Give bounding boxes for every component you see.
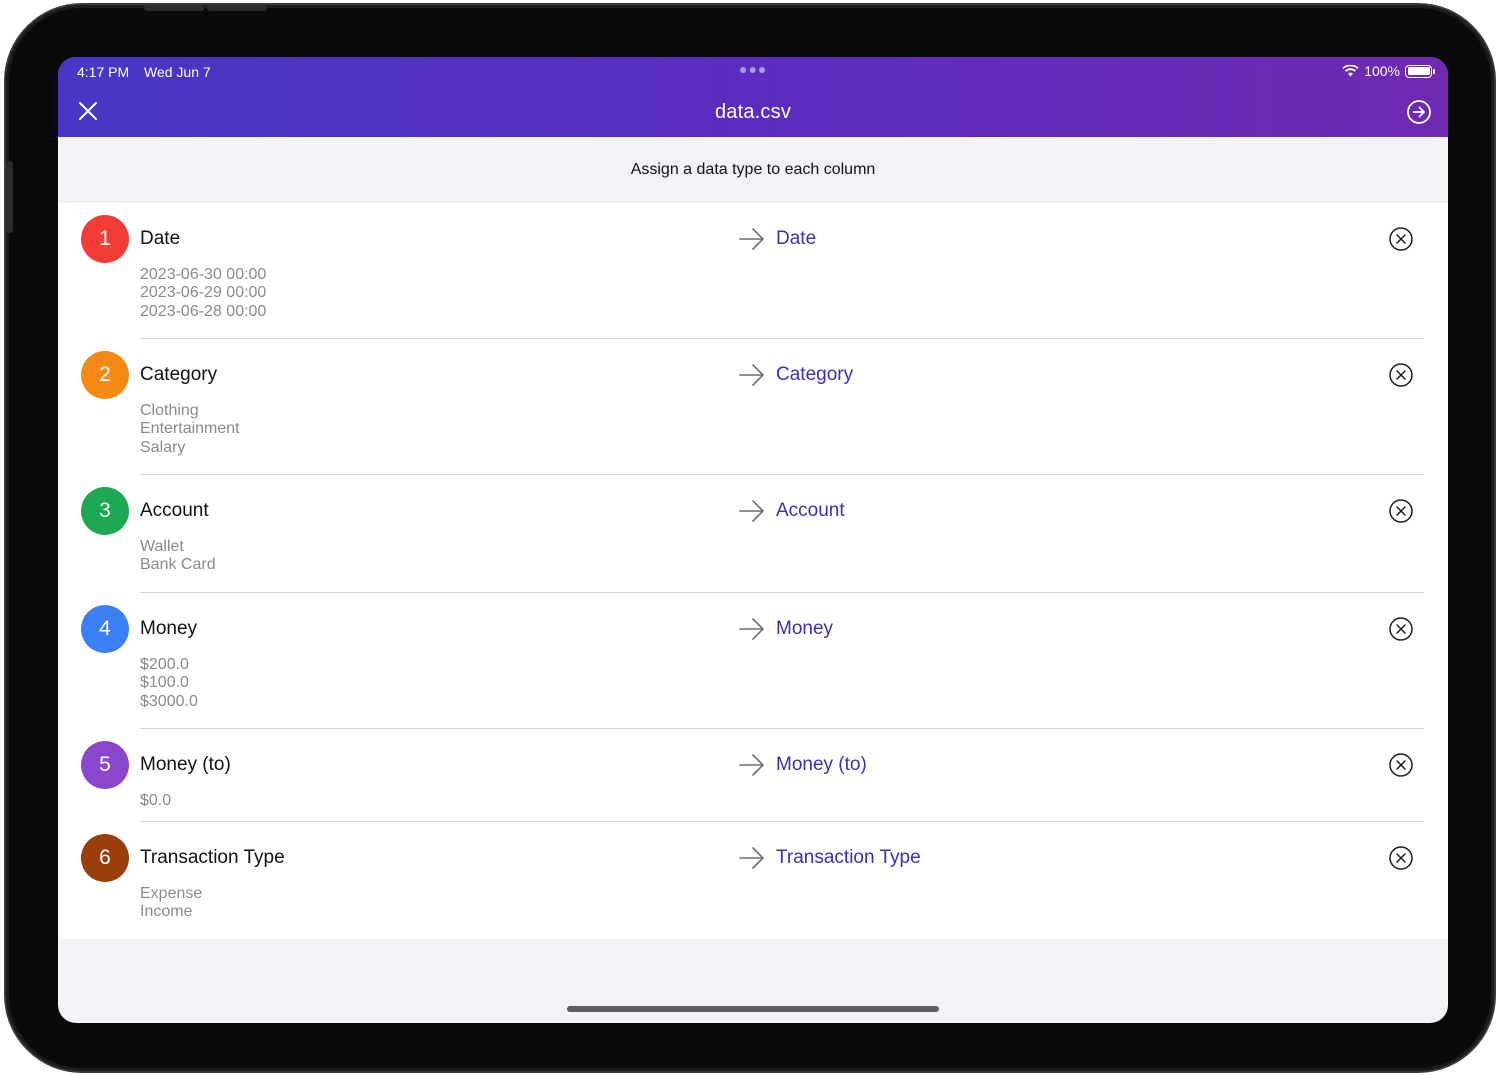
sample-value: 2023-06-30 00:00 <box>140 266 267 283</box>
remove-column-button[interactable] <box>1388 362 1414 388</box>
sample-values: Clothing Entertainment Salary <box>140 402 240 457</box>
column-name: Money (to) <box>140 754 231 775</box>
column-row: 3 Account Wallet Bank Card Account <box>81 475 1424 593</box>
arrow-right-icon <box>739 754 764 776</box>
column-number-badge: 3 <box>81 487 129 535</box>
sample-value: 2023-06-28 00:00 <box>140 302 267 320</box>
remove-column-button[interactable] <box>1388 752 1414 778</box>
app-screen: 4:17 PM Wed Jun 7 ●●● 100% data.csv Assi… <box>58 57 1448 1023</box>
battery-percentage: 100% <box>1364 63 1400 79</box>
column-number-badge: 2 <box>81 351 129 399</box>
instructions: Assign a data type to each column <box>58 137 1448 203</box>
remove-column-button[interactable] <box>1388 226 1414 252</box>
column-list: 1 Date 2023-06-30 00:00 2023-06-29 00:00 2… <box>58 203 1448 939</box>
navigation-header: 4:17 PM Wed Jun 7 ●●● 100% data.csv <box>58 57 1448 137</box>
data-type-selector[interactable]: Transaction Type <box>776 847 921 869</box>
side-button <box>6 161 13 233</box>
column-number-badge: 5 <box>81 741 129 789</box>
sample-value: Entertainment <box>140 420 240 438</box>
arrow-right-icon <box>739 228 764 250</box>
column-name: Category <box>140 364 218 385</box>
sample-values: Expense Income <box>140 885 202 922</box>
arrow-right-icon <box>739 618 764 640</box>
column-row: 2 Category Clothing Entertainment Salary C… <box>81 339 1424 475</box>
sample-value: 2023-06-29 00:00 <box>140 284 267 302</box>
data-type-selector[interactable]: Date <box>776 228 816 250</box>
column-row: 6 Transaction Type Expense Income Transac… <box>81 822 1424 939</box>
sample-values: Wallet Bank Card <box>140 538 216 575</box>
volume-up-button <box>144 5 204 11</box>
remove-column-button[interactable] <box>1388 845 1414 871</box>
arrow-circle-right-icon <box>1407 100 1431 124</box>
column-name: Money <box>140 618 198 639</box>
data-type-selector[interactable]: Money <box>776 618 833 640</box>
remove-column-button[interactable] <box>1388 498 1414 524</box>
sample-values: $0.0 <box>140 792 171 810</box>
column-row: 4 Money $200.0 $100.0 $3000.0 Money <box>81 593 1424 729</box>
sample-value: $200.0 <box>140 656 189 673</box>
sample-value: Expense <box>140 885 203 902</box>
sample-value: $0.0 <box>140 792 172 809</box>
home-indicator[interactable] <box>567 1006 939 1012</box>
battery-icon <box>1405 64 1435 78</box>
arrow-right-icon <box>739 847 764 869</box>
status-indicators: 100% <box>1342 63 1435 79</box>
column-number-badge: 4 <box>81 605 129 653</box>
sample-value: $100.0 <box>140 674 189 692</box>
column-number-badge: 1 <box>81 215 129 263</box>
remove-column-button[interactable] <box>1388 616 1414 642</box>
status-time: 4:17 PM <box>77 64 130 80</box>
volume-down-button <box>207 5 267 11</box>
wifi-icon <box>1342 65 1359 77</box>
data-type-selector[interactable]: Category <box>776 364 853 386</box>
page-title: data.csv <box>714 101 792 123</box>
continue-button[interactable] <box>1406 99 1432 125</box>
sample-value: Bank Card <box>140 556 216 574</box>
column-number-badge: 6 <box>81 834 129 882</box>
column-name: Date <box>140 228 181 249</box>
status-date: Wed Jun 7 <box>144 64 211 80</box>
arrow-right-icon <box>739 500 764 522</box>
arrow-right-icon <box>739 364 764 386</box>
column-name: Account <box>140 500 209 521</box>
sample-value: Salary <box>140 438 186 456</box>
column-row: 5 Money (to) $0.0 Money (to) <box>81 729 1424 822</box>
multitasking-dots-icon[interactable]: ●●● <box>739 61 767 77</box>
data-type-selector[interactable]: Account <box>776 500 845 522</box>
sample-value: $3000.0 <box>140 692 198 710</box>
sample-value: Clothing <box>140 402 199 419</box>
column-row: 1 Date 2023-06-30 00:00 2023-06-29 00:00 2… <box>81 203 1424 339</box>
sample-values: 2023-06-30 00:00 2023-06-29 00:00 2023-06-… <box>140 266 266 321</box>
sample-values: $200.0 $100.0 $3000.0 <box>140 656 198 711</box>
sample-value: Income <box>140 903 193 921</box>
sample-value: Wallet <box>140 538 184 555</box>
column-name: Transaction Type <box>140 847 285 868</box>
data-type-selector[interactable]: Money (to) <box>776 754 867 776</box>
instructions-text: Assign a data type to each column <box>630 161 876 178</box>
